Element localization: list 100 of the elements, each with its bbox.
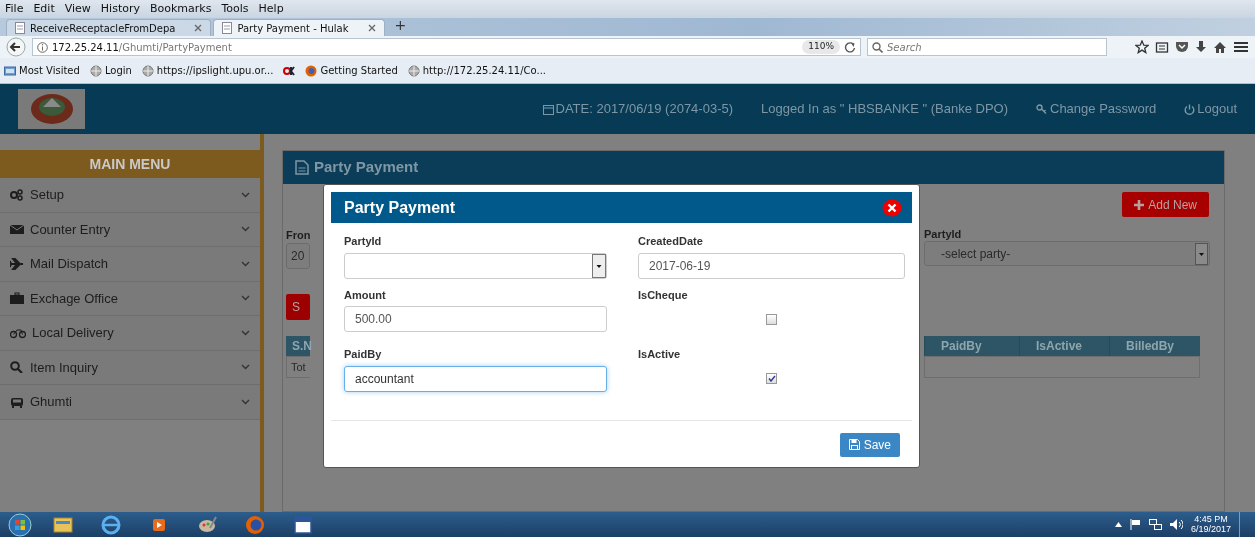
menu-item[interactable]: Help [253, 0, 289, 18]
save-button[interactable]: Save [839, 432, 900, 457]
globe-icon [141, 64, 154, 77]
field-label: CreatedDate [638, 234, 704, 249]
briefcase-icon [10, 292, 24, 305]
sidebar-item[interactable]: Setup [0, 178, 260, 213]
globe-icon [89, 64, 102, 77]
clipboard-icon[interactable] [1155, 40, 1169, 54]
panel-header: Party Payment [283, 151, 1224, 184]
menu-item[interactable]: File [0, 0, 29, 18]
logout-link[interactable]: Logout [1184, 99, 1237, 119]
input-field[interactable]: 2017-06-19 [638, 252, 905, 279]
search-icon [10, 361, 24, 374]
flag-icon[interactable] [1129, 519, 1141, 530]
up-arrow-icon[interactable] [1114, 522, 1122, 527]
car-icon [10, 395, 24, 408]
info-icon [37, 41, 48, 53]
modal-header: Party Payment [331, 192, 912, 223]
sidebar-item[interactable]: Exchage Office [0, 281, 260, 316]
field-label: IsActive [638, 347, 682, 362]
envelope-icon [10, 223, 24, 236]
table-header: PaidBy [924, 336, 1019, 356]
download-icon[interactable] [1195, 40, 1207, 54]
checkbox[interactable] [766, 313, 777, 325]
menu-title: MAIN MENU [0, 150, 260, 178]
reload-icon[interactable] [844, 41, 856, 53]
chevron-icon [241, 398, 250, 405]
browser-tab[interactable]: ReceiveReceptacleFromDepa [6, 19, 212, 36]
page-icon [15, 22, 25, 34]
sidebar-item[interactable]: Local Delivery [0, 316, 260, 351]
change-password-link[interactable]: Change Password [1036, 99, 1157, 119]
fox-globe-icon [305, 64, 318, 77]
search-icon [872, 41, 883, 53]
new-tab-button[interactable]: + [386, 15, 415, 36]
field-label: PartyId [344, 234, 383, 249]
pocket-icon[interactable] [1175, 41, 1189, 53]
close-icon[interactable] [882, 198, 902, 217]
power-icon [1184, 103, 1196, 115]
home-icon[interactable] [1213, 40, 1227, 54]
bookmark-link[interactable]: Login [89, 63, 132, 78]
chevron-icon [241, 260, 250, 267]
plane-icon [10, 257, 24, 270]
search-field[interactable]: Search [867, 38, 1107, 56]
close-icon[interactable] [367, 24, 376, 32]
document-icon[interactable] [292, 513, 314, 536]
chevron-icon [241, 364, 250, 371]
menu-item[interactable]: View [59, 0, 96, 18]
date-field[interactable]: 20 [286, 243, 310, 269]
plus-icon [1134, 199, 1145, 210]
browser-tab[interactable]: Party Payment - Hulak [213, 19, 385, 36]
logged-in-user: Logged In as " HBSBANKE " (Banke DPO) [761, 100, 1008, 119]
calendar-icon [542, 103, 554, 115]
field-label: Fron [286, 228, 311, 243]
emblem-drawing [28, 92, 75, 126]
bookmark-link[interactable]: Getting Started [305, 63, 398, 78]
party-select[interactable]: -select party- [924, 241, 1210, 266]
table-header: BilledBy [1109, 336, 1200, 356]
menu-icon[interactable] [1233, 41, 1249, 53]
page-icon [222, 22, 233, 34]
date-info: DATE: 2017/06/19 (2074-03-5) [542, 99, 734, 119]
chevron-icon [241, 295, 250, 302]
ok-logo-icon[interactable] [283, 64, 296, 77]
check-icon [767, 375, 776, 382]
sidebar-item[interactable]: Mail Dispatch [0, 247, 260, 282]
menu-item[interactable]: History [95, 0, 145, 18]
zoom-level[interactable]: 110% [802, 40, 840, 54]
system-clock[interactable]: 4:45 PM 6/19/2017 [1190, 514, 1231, 535]
table-header: IsActive [1019, 336, 1109, 356]
browser-icon[interactable] [100, 513, 122, 536]
url-text: 172.25.24.11/Ghumti/PartyPayment [52, 40, 232, 55]
sidebar-item[interactable]: Item Inquiry [0, 350, 260, 385]
action-button[interactable]: S [286, 294, 310, 320]
chevron-icon [241, 329, 250, 336]
checkbox[interactable] [766, 373, 777, 384]
table-cell: Tot [286, 356, 310, 378]
chevron-icon [241, 191, 250, 198]
field-label: IsCheque [638, 287, 689, 303]
sidebar-item[interactable]: Ghumti [0, 385, 260, 420]
sidebar-item[interactable]: Counter Entry [0, 212, 260, 247]
bookmark-link[interactable]: Most Visited [4, 63, 80, 78]
bookmark-link[interactable]: http://172.25.24.11/Co... [407, 63, 547, 78]
floppy-icon [848, 439, 860, 450]
bookmark-link[interactable]: https://ipslight.upu.or... [141, 63, 274, 78]
field-label: PartyId [924, 227, 962, 242]
menu-item[interactable]: Bookmarks [145, 0, 217, 18]
menu-item[interactable]: Tools [216, 0, 254, 18]
back-icon[interactable] [6, 37, 26, 57]
address-bar[interactable]: 172.25.24.11/Ghumti/PartyPayment 110% [32, 38, 861, 56]
speaker-icon[interactable] [1169, 519, 1183, 530]
field-label: Amount [344, 287, 387, 303]
field-label: PaidBy [344, 347, 383, 362]
star-icon[interactable] [1135, 40, 1149, 54]
menu-item[interactable]: Edit [28, 0, 60, 18]
document-icon [295, 160, 309, 175]
input-field[interactable]: 500.00 [344, 306, 607, 332]
globe-icon [407, 64, 420, 77]
start-button[interactable] [6, 512, 34, 537]
fox-globe-icon[interactable] [244, 513, 266, 536]
network-icon[interactable] [1148, 519, 1162, 530]
input-field[interactable]: accountant [344, 365, 607, 392]
